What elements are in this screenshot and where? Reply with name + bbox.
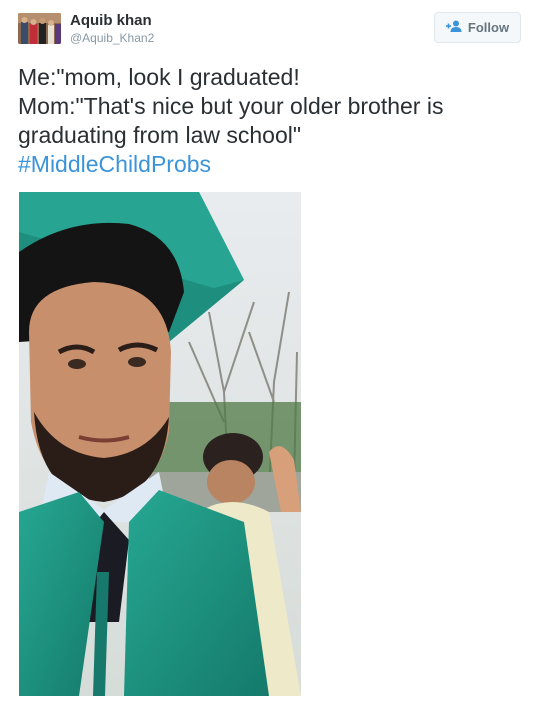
follow-button[interactable]: Follow — [434, 12, 521, 43]
tweet-photo[interactable] — [19, 192, 301, 696]
display-name[interactable]: Aquib khan — [70, 12, 154, 30]
hashtag-link[interactable]: #MiddleChildProbs — [18, 150, 523, 179]
tweet-line: Me:"mom, look I graduated! — [18, 64, 300, 90]
follow-label: Follow — [467, 20, 510, 35]
user-names[interactable]: Aquib khan @Aquib_Khan2 — [70, 12, 154, 46]
tweet-line: graduating from law school" — [18, 122, 302, 148]
tweet-header: Aquib khan @Aquib_Khan2 Follow — [18, 12, 521, 48]
avatar[interactable] — [18, 13, 61, 44]
screen-name[interactable]: @Aquib_Khan2 — [70, 30, 154, 46]
tweet-text: Me:"mom, look I graduated! Mom:"That's n… — [18, 63, 523, 179]
add-user-icon — [445, 20, 462, 35]
tweet-line: Mom:"That's nice but your older brother … — [18, 93, 444, 119]
